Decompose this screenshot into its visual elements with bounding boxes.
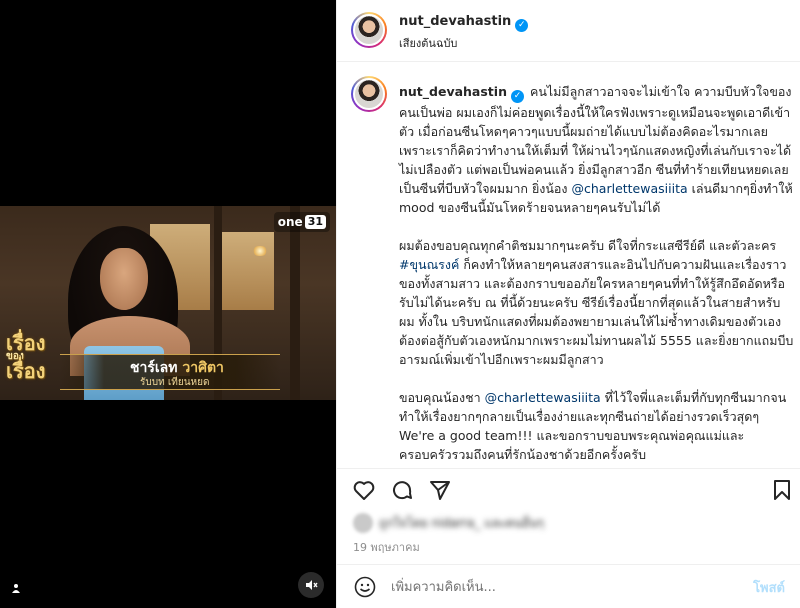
background-post (290, 206, 300, 400)
caption-paragraph-3: ขอบคุณน้องชา @charlettewasiiita ที่ไว้ใจ… (399, 388, 794, 462)
comment-icon (393, 481, 412, 500)
caption-username[interactable]: nut_devahastin ✓ (399, 84, 524, 103)
save-button[interactable] (769, 477, 795, 503)
mention-link[interactable]: @charlettewasiiita (572, 181, 688, 196)
post-comment-button[interactable]: โพสต์ (753, 577, 785, 598)
verified-icon: ✓ (510, 90, 524, 103)
share-button[interactable] (427, 477, 453, 503)
user-tag-button[interactable] (6, 578, 26, 598)
bookmark-icon (774, 480, 790, 500)
comment-input[interactable] (391, 577, 731, 597)
lamp (252, 246, 268, 256)
verified-icon: ✓ (515, 19, 529, 32)
show-logo-line3: เรื่อง (6, 359, 46, 383)
caption-scroll-area[interactable]: nut_devahastin ✓ คนไม่มีลูกสาวอาจจะไม่เข้… (337, 62, 800, 462)
likes-summary[interactable]: ถูกใจโดย nidarra_ และคนอื่นๆ (353, 512, 544, 534)
share-icon (430, 481, 450, 500)
audio-source[interactable]: เสียงต้นฉบับ (399, 34, 457, 52)
caption-text: คนไม่มีลูกสาวอาจจะไม่เข้าใจ ความบีบหัวใจ… (399, 84, 792, 196)
author-avatar-image (353, 14, 385, 46)
comment-bar: โพสต์ (337, 564, 800, 608)
liker-avatar (353, 513, 373, 533)
caption-username-text: nut_devahastin (399, 84, 507, 99)
channel-number: 31 (304, 215, 326, 229)
character-role: รับบท เทียนหยด (140, 377, 210, 388)
caption: nut_devahastin ✓ คนไม่มีลูกสาวอาจจะไม่เข้… (399, 82, 794, 462)
caption-paragraph-2: ผมต้องขอบคุณทุกคำติชมมากๆนะครับ ดีใจที่ก… (399, 236, 794, 369)
author-avatar[interactable] (351, 12, 387, 48)
caption-text: ผมต้องขอบคุณทุกคำติชมมากๆนะครับ ดีใจที่ก… (399, 238, 777, 253)
heart-icon (353, 481, 375, 500)
channel-name: one (277, 215, 303, 229)
background-window (222, 232, 274, 310)
lower-third: ชาร์เลท วาศิตา รับบท เทียนหยด (60, 354, 280, 390)
caption-text: ก็คงทำให้หลายๆคนสงสารและอินไปกับความฝันแ… (399, 257, 794, 367)
caption-avatar-image (353, 78, 385, 110)
caption-avatar[interactable] (351, 76, 387, 112)
post-panel: nut_devahastin ✓ เสียงต้นฉบับ nut_devahas… (336, 0, 800, 608)
emoji-icon (354, 576, 376, 598)
user-tag-icon (12, 584, 20, 593)
post-date[interactable]: 19 พฤษภาคม (353, 538, 420, 556)
post-header: nut_devahastin ✓ เสียงต้นฉบับ (337, 0, 800, 62)
emoji-button[interactable] (353, 575, 377, 599)
comment-button[interactable] (389, 477, 415, 503)
likes-text: ถูกใจโดย nidarra_ และคนอื่นๆ (379, 515, 544, 530)
mention-link[interactable]: @charlettewasiiita (485, 390, 601, 405)
action-bar (337, 468, 800, 508)
like-button[interactable] (351, 477, 377, 503)
caption-paragraph-1: nut_devahastin ✓ คนไม่มีลูกสาวอาจจะไม่เข้… (399, 82, 794, 217)
mute-icon (306, 580, 318, 590)
show-logo: เรื่อง ของ เรื่อง (6, 333, 70, 383)
caption-text: ขอบคุณน้องชา (399, 390, 485, 405)
actress-first-name: ชาร์เลท (130, 360, 178, 376)
mute-button[interactable] (298, 572, 324, 598)
hashtag-link[interactable]: #ขุนณรงค์ (399, 257, 459, 272)
actress-last-name: วาศิตา (182, 360, 224, 376)
actress-face (100, 248, 148, 310)
channel-badge: one 31 (273, 212, 330, 232)
author-username-text: nut_devahastin (399, 14, 512, 29)
author-username[interactable]: nut_devahastin ✓ (399, 14, 529, 32)
video-frame[interactable]: one 31 ชาร์เลท วาศิตา รับบท เทียนหยด เรื… (0, 206, 336, 400)
post-media[interactable]: one 31 ชาร์เลท วาศิตา รับบท เทียนหยด เรื… (0, 0, 336, 608)
